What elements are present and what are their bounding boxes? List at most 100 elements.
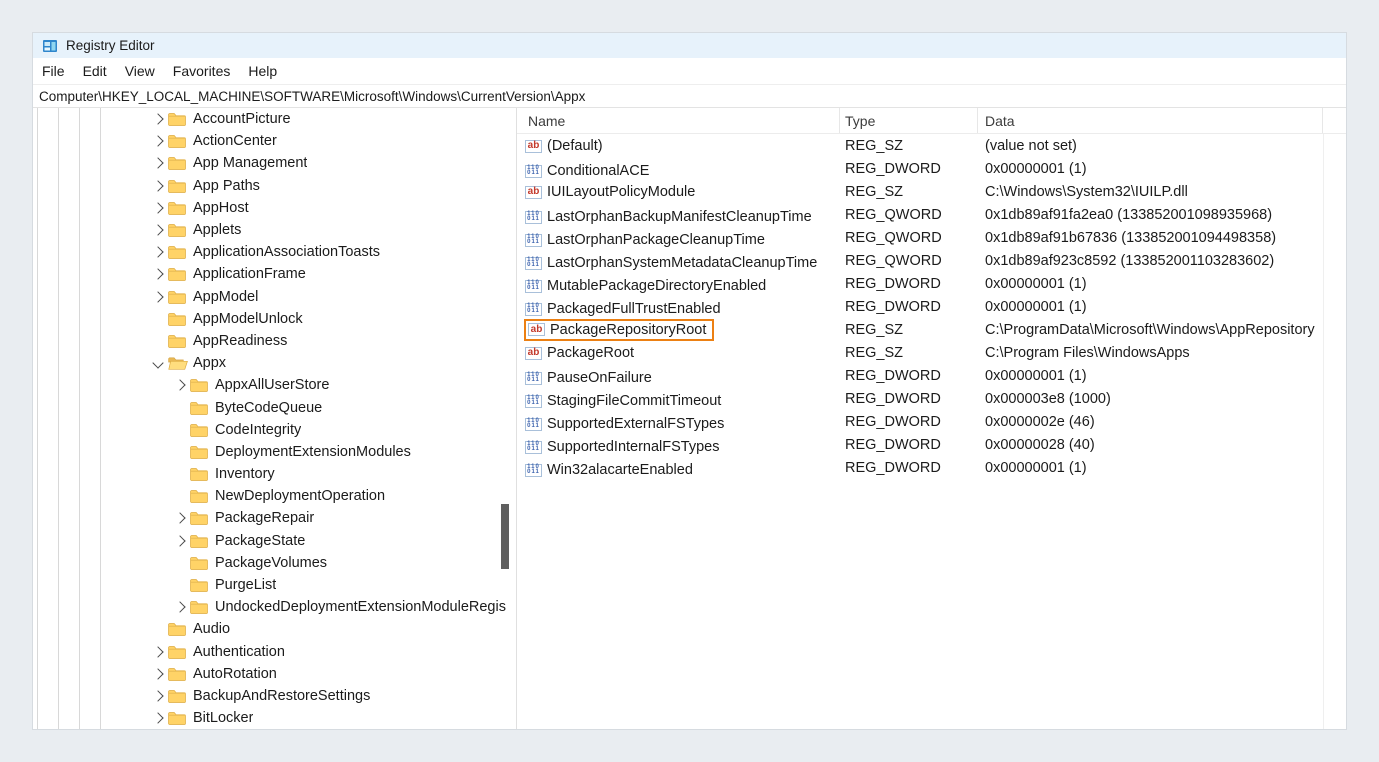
chevron-right-icon[interactable]: [152, 668, 163, 679]
tree-item-inventory[interactable]: Inventory: [33, 463, 516, 485]
chevron-right-icon[interactable]: [152, 690, 163, 701]
value-row-pauseonfailure[interactable]: 110011PauseOnFailureREG_DWORD0x00000001 …: [517, 364, 1346, 387]
value-row-lastorphanbackupmanifestcleanuptime[interactable]: 110011LastOrphanBackupManifestCleanupTim…: [517, 203, 1346, 226]
value-row-supportedexternalfstypes[interactable]: 110011SupportedExternalFSTypesREG_DWORD0…: [517, 410, 1346, 433]
tree-item-label: PackageState: [215, 533, 305, 549]
value-type: REG_DWORD: [840, 368, 978, 384]
value-type: REG_DWORD: [840, 161, 978, 177]
tree-item-accountpicture[interactable]: AccountPicture: [33, 108, 516, 130]
value-row-supportedinternalfstypes[interactable]: 110011SupportedInternalFSTypesREG_DWORD0…: [517, 433, 1346, 456]
tree-item-deploymentextensionmodules[interactable]: DeploymentExtensionModules: [33, 441, 516, 463]
value-row-default[interactable]: ab(Default)REG_SZ(value not set): [517, 134, 1346, 157]
value-name: PackageRoot: [547, 345, 634, 361]
value-row-win32alacarteenabled[interactable]: 110011Win32alacarteEnabledREG_DWORD0x000…: [517, 456, 1346, 479]
tree-item-applets[interactable]: Applets: [33, 219, 516, 241]
folder-icon: [168, 179, 188, 193]
value-name-wrap: 110011PauseOnFailure: [524, 369, 656, 387]
tree-item-applicationassociationtoasts[interactable]: ApplicationAssociationToasts: [33, 241, 516, 263]
menu-file[interactable]: File: [33, 58, 74, 84]
chevron-right-icon[interactable]: [174, 602, 185, 613]
tree-item-packagerepair[interactable]: PackageRepair: [33, 507, 516, 529]
chevron-right-icon[interactable]: [174, 535, 185, 546]
tree-item-appreadiness[interactable]: AppReadiness: [33, 330, 516, 352]
chevron-right-icon[interactable]: [152, 646, 163, 657]
tree-item-audio[interactable]: Audio: [33, 618, 516, 640]
chevron-right-icon[interactable]: [174, 380, 185, 391]
tree-pane[interactable]: AccountPictureActionCenterApp Management…: [33, 108, 517, 729]
value-row-packagerepositoryroot[interactable]: abPackageRepositoryRootREG_SZC:\ProgramD…: [517, 318, 1346, 341]
tree-scrollbar-thumb[interactable]: [501, 504, 509, 569]
chevron-right-icon[interactable]: [152, 224, 163, 235]
tree-item-apphost[interactable]: AppHost: [33, 197, 516, 219]
tree-item-label: DeploymentExtensionModules: [215, 444, 411, 460]
registry-editor-window: Registry Editor FileEditViewFavoritesHel…: [33, 33, 1346, 729]
tree-item-appmodel[interactable]: AppModel: [33, 286, 516, 308]
folder-icon: [168, 267, 188, 281]
tree-item-packagestate[interactable]: PackageState: [33, 530, 516, 552]
chevron-right-icon[interactable]: [152, 291, 163, 302]
tree-item-purgelist[interactable]: PurgeList: [33, 574, 516, 596]
value-row-packageroot[interactable]: abPackageRootREG_SZC:\Program Files\Wind…: [517, 341, 1346, 364]
tree-item-label: BitLocker: [193, 710, 253, 726]
tree-item-actioncenter[interactable]: ActionCenter: [33, 130, 516, 152]
chevron-right-icon[interactable]: [152, 712, 163, 723]
value-data: 0x00000001 (1): [978, 460, 1346, 476]
tree-item-label: ByteCodeQueue: [215, 400, 322, 416]
chevron-right-icon[interactable]: [152, 269, 163, 280]
tree-item-codeintegrity[interactable]: CodeIntegrity: [33, 419, 516, 441]
menu-favorites[interactable]: Favorites: [164, 58, 240, 84]
address-bar[interactable]: Computer\HKEY_LOCAL_MACHINE\SOFTWARE\Mic…: [33, 84, 1346, 108]
column-header-name[interactable]: Name: [517, 108, 840, 133]
chevron-down-icon[interactable]: [152, 357, 163, 368]
tree-item-appmodelunlock[interactable]: AppModelUnlock: [33, 308, 516, 330]
value-row-lastorphanpackagecleanuptime[interactable]: 110011LastOrphanPackageCleanupTimeREG_QW…: [517, 226, 1346, 249]
chevron-right-icon[interactable]: [152, 158, 163, 169]
value-data: C:\Windows\System32\IUILP.dll: [978, 184, 1346, 200]
value-row-packagedfulltrustenabled[interactable]: 110011PackagedFullTrustEnabledREG_DWORD0…: [517, 295, 1346, 318]
tree-item-label: BackupAndRestoreSettings: [193, 688, 370, 704]
reg-binary-icon: 110011: [525, 303, 542, 316]
value-type: REG_DWORD: [840, 437, 978, 453]
tree-item-app-paths[interactable]: App Paths: [33, 175, 516, 197]
tree-item-applicationframe[interactable]: ApplicationFrame: [33, 263, 516, 285]
tree-item-app-management[interactable]: App Management: [33, 152, 516, 174]
folder-icon: [190, 511, 210, 525]
column-header-data[interactable]: Data: [978, 108, 1323, 133]
value-row-conditionalace[interactable]: 110011ConditionalACEREG_DWORD0x00000001 …: [517, 157, 1346, 180]
value-row-lastorphansystemmetadatacleanuptime[interactable]: 110011LastOrphanSystemMetadataCleanupTim…: [517, 249, 1346, 272]
value-type: REG_DWORD: [840, 391, 978, 407]
tree-item-packagevolumes[interactable]: PackageVolumes: [33, 552, 516, 574]
chevron-right-icon[interactable]: [152, 202, 163, 213]
tree-item-bitlocker[interactable]: BitLocker: [33, 707, 516, 729]
tree-item-label: Audio: [193, 621, 230, 637]
value-name: LastOrphanSystemMetadataCleanupTime: [547, 255, 817, 271]
menu-edit[interactable]: Edit: [74, 58, 116, 84]
value-row-stagingfilecommittimeout[interactable]: 110011StagingFileCommitTimeoutREG_DWORD0…: [517, 387, 1346, 410]
tree-item-label: AppReadiness: [193, 333, 287, 349]
tree-item-newdeploymentoperation[interactable]: NewDeploymentOperation: [33, 485, 516, 507]
chevron-right-icon[interactable]: [174, 513, 185, 524]
reg-binary-icon: 110011: [525, 372, 542, 385]
chevron-right-icon[interactable]: [152, 180, 163, 191]
menu-help[interactable]: Help: [239, 58, 286, 84]
tree-item-label: AutoRotation: [193, 666, 277, 682]
chevron-right-icon[interactable]: [152, 113, 163, 124]
tree-item-backupandrestoresettings[interactable]: BackupAndRestoreSettings: [33, 685, 516, 707]
tree-item-appx[interactable]: Appx: [33, 352, 516, 374]
value-row-mutablepackagedirectoryenabled[interactable]: 110011MutablePackageDirectoryEnabledREG_…: [517, 272, 1346, 295]
folder-icon: [168, 156, 188, 170]
tree-item-bytecodequeue[interactable]: ByteCodeQueue: [33, 396, 516, 418]
tree-item-undockeddeploymentextensionmoduleregis[interactable]: UndockedDeploymentExtensionModuleRegis: [33, 596, 516, 618]
chevron-right-icon[interactable]: [152, 247, 163, 258]
tree-item-autorotation[interactable]: AutoRotation: [33, 663, 516, 685]
value-row-iuilayoutpolicymodule[interactable]: abIUILayoutPolicyModuleREG_SZC:\Windows\…: [517, 180, 1346, 203]
reg-binary-icon: 110011: [525, 464, 542, 477]
column-header-type[interactable]: Type: [840, 108, 978, 133]
tree-item-appxalluserstore[interactable]: AppxAllUserStore: [33, 374, 516, 396]
tree-item-authentication[interactable]: Authentication: [33, 641, 516, 663]
folder-icon: [168, 290, 188, 304]
folder-icon: [168, 689, 188, 703]
menu-view[interactable]: View: [116, 58, 164, 84]
value-type: REG_SZ: [840, 138, 978, 154]
chevron-right-icon[interactable]: [152, 136, 163, 147]
